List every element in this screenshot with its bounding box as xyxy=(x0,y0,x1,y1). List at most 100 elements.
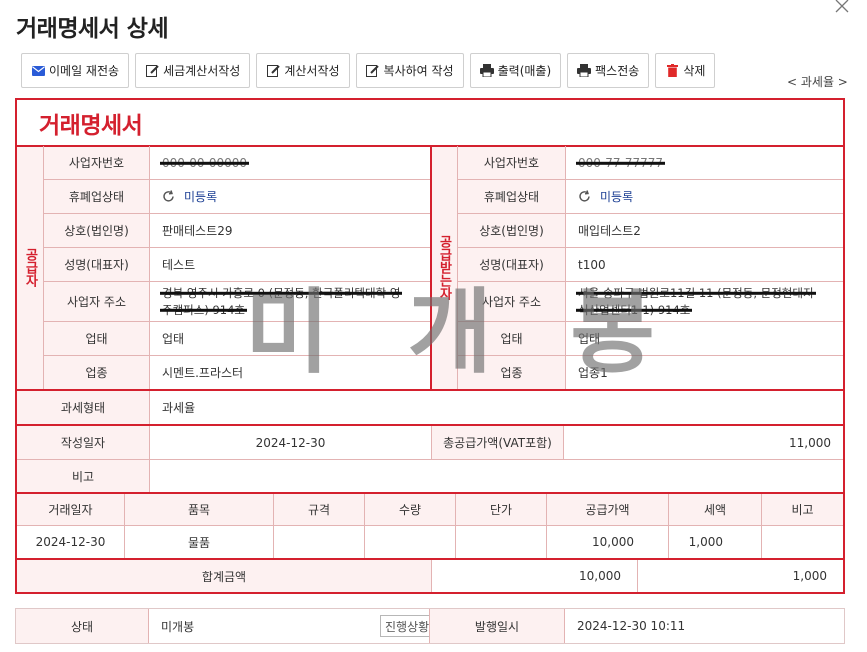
receiver-biz-item-value: 업종1 xyxy=(578,366,608,380)
col-date: 거래일자 xyxy=(48,503,93,517)
supplier-ceo-value: 테스트 xyxy=(162,258,196,272)
receiver-biz-item-label: 업종 xyxy=(500,366,523,380)
copy-write-button[interactable]: 복사하여 작성 xyxy=(355,53,464,88)
note-value xyxy=(150,460,840,492)
receiver-ceo-label: 성명(대표자) xyxy=(479,258,544,272)
tax-type-link[interactable]: < 과세율 > xyxy=(787,73,848,90)
receiver-address: 서울 송파구 법원로11길 11 (문정동, 문정현대지 식산업센터1-1) 9… xyxy=(566,282,843,321)
table-row-supply: 10,000 xyxy=(592,535,634,549)
table-row-date: 2024-12-30 xyxy=(35,535,106,549)
fax-send-label: 팩스전송 xyxy=(595,64,640,78)
refresh-icon[interactable] xyxy=(162,189,176,204)
receiver-biz-no-label: 사업자번호 xyxy=(483,156,540,170)
table-row-item: 물품 xyxy=(187,535,211,550)
delete-label: 삭제 xyxy=(683,64,706,78)
supplier-address: 경북 영주시 가흥로 0 (문정동, 한국폴리텍대학 영 주캠퍼스) 914호 xyxy=(150,282,430,321)
supplier-side-label: 공급자 xyxy=(17,146,43,389)
close-icon[interactable] xyxy=(834,0,854,14)
col-spec: 규격 xyxy=(307,503,331,517)
status-row: 상태 미개봉 진행상황 발행일시 2024-12-30 10:11 xyxy=(15,608,845,644)
table-row-remark xyxy=(762,526,843,558)
supplier-biz-no-value: 000-00-00000 xyxy=(162,155,248,170)
table-row-spec xyxy=(274,526,364,558)
table-row-unit-price xyxy=(456,526,546,558)
receiver-biz-type-value: 업태 xyxy=(578,332,601,346)
receiver-company-label: 상호(법인명) xyxy=(479,224,544,238)
receiver-address-line2: 식산업센터1-1) 914호 xyxy=(578,302,691,317)
supplier-closure-value: 미등록 xyxy=(184,190,218,204)
fax-send-button[interactable]: 팩스전송 xyxy=(567,53,650,88)
edit-icon xyxy=(145,64,159,78)
supplier-side-text: 공급자 xyxy=(22,248,38,287)
tax-form-value: 과세율 xyxy=(162,401,196,415)
sum-label: 합계금액 xyxy=(201,569,247,584)
printer-icon xyxy=(479,64,494,78)
page-title: 거래명세서 상세 xyxy=(16,16,169,42)
receiver-address-line1: 서울 송파구 법원로11길 11 (문정동, 문정현대지 xyxy=(578,285,814,300)
receiver-address-label: 사업자 주소 xyxy=(481,295,541,309)
status-label: 상태 xyxy=(16,609,148,643)
col-remark: 비고 xyxy=(791,503,814,517)
total-supply-label: 총공급가액(VAT포함) xyxy=(443,436,552,450)
note-label: 비고 xyxy=(71,469,95,484)
supplier-biz-no-label: 사업자번호 xyxy=(68,156,125,170)
document-title: 거래명세서 xyxy=(39,113,143,139)
receiver-biz-no-value: 000-77-77777 xyxy=(578,155,664,170)
delete-button[interactable]: 삭제 xyxy=(655,53,716,88)
edit-icon xyxy=(366,64,380,78)
issue-date-label: 발행일시 xyxy=(430,609,564,643)
invoice-write-label: 계산서작성 xyxy=(284,64,340,78)
col-tax: 세액 xyxy=(703,503,727,517)
receiver-side-text: 공급받는자 xyxy=(436,235,452,300)
copy-write-label: 복사하여 작성 xyxy=(383,64,454,78)
supplier-company-label: 상호(법인명) xyxy=(64,224,129,238)
edit-icon xyxy=(266,64,280,78)
trash-icon xyxy=(665,64,679,78)
supplier-biz-type-value: 업태 xyxy=(162,332,185,346)
refresh-icon[interactable] xyxy=(578,189,592,204)
invoice-write-button[interactable]: 계산서작성 xyxy=(256,53,350,88)
sum-tax-value: 1,000 xyxy=(792,569,827,583)
write-date-label: 작성일자 xyxy=(60,436,106,450)
receiver-biz-type-label: 업태 xyxy=(500,332,523,346)
receiver-ceo-value: t100 xyxy=(578,257,606,272)
supplier-closure[interactable]: 미등록 xyxy=(150,180,430,213)
supplier-biz-no: 000-00-00000 xyxy=(150,146,430,179)
supplier-address-line1: 경북 영주시 가흥로 0 (문정동, 한국폴리텍대학 영 xyxy=(162,285,401,300)
envelope-icon xyxy=(31,64,45,78)
progress-status-button[interactable]: 진행상황 xyxy=(380,615,435,637)
print-button[interactable]: 출력(매출) xyxy=(469,53,562,88)
issue-date-value: 2024-12-30 10:11 xyxy=(577,619,686,633)
toolbar: 이메일 재전송 세금계산서작성 계산서작성 복사하여 작성 출력(매출) 팩스전… xyxy=(21,53,716,88)
supplier-closure-label: 휴폐업상태 xyxy=(68,190,125,204)
tax-invoice-write-label: 세금계산서작성 xyxy=(163,64,241,78)
supplier-address-label: 사업자 주소 xyxy=(66,295,126,309)
col-supply: 공급가액 xyxy=(585,503,630,517)
col-item: 품목 xyxy=(187,503,211,517)
col-qty: 수량 xyxy=(398,503,422,517)
receiver-side-label: 공급받는자 xyxy=(431,146,457,389)
receiver-closure-value: 미등록 xyxy=(600,190,634,204)
print-label: 출력(매출) xyxy=(497,64,552,78)
statement-document: 거래명세서 공급자 공급받는자 사업자번호 휴폐업상태 상호(법인명) 성명(대… xyxy=(15,98,845,594)
total-supply-value: 11,000 xyxy=(789,435,831,450)
table-row-qty xyxy=(365,526,455,558)
sum-supply-value: 10,000 xyxy=(579,569,621,583)
supplier-biz-item-value: 시멘트.프라스터 xyxy=(162,366,244,380)
tax-invoice-write-button[interactable]: 세금계산서작성 xyxy=(135,53,251,88)
tax-form-label: 과세형태 xyxy=(60,401,106,415)
supplier-biz-item-label: 업종 xyxy=(85,366,108,380)
supplier-ceo-label: 성명(대표자) xyxy=(64,258,129,272)
receiver-company-value: 매입테스트2 xyxy=(578,224,641,238)
email-resend-label: 이메일 재전송 xyxy=(49,64,120,78)
printer-icon xyxy=(577,64,592,78)
receiver-closure-label: 휴폐업상태 xyxy=(483,190,540,204)
receiver-closure[interactable]: 미등록 xyxy=(566,180,843,213)
receiver-biz-no: 000-77-77777 xyxy=(566,146,843,179)
email-resend-button[interactable]: 이메일 재전송 xyxy=(21,53,130,88)
col-unit-price: 단가 xyxy=(489,503,513,517)
table-row-tax: 1,000 xyxy=(688,535,723,549)
write-date-value: 2024-12-30 xyxy=(255,435,326,450)
supplier-address-line2: 주캠퍼스) 914호 xyxy=(162,302,245,317)
supplier-company-value: 판매테스트29 xyxy=(162,224,233,238)
